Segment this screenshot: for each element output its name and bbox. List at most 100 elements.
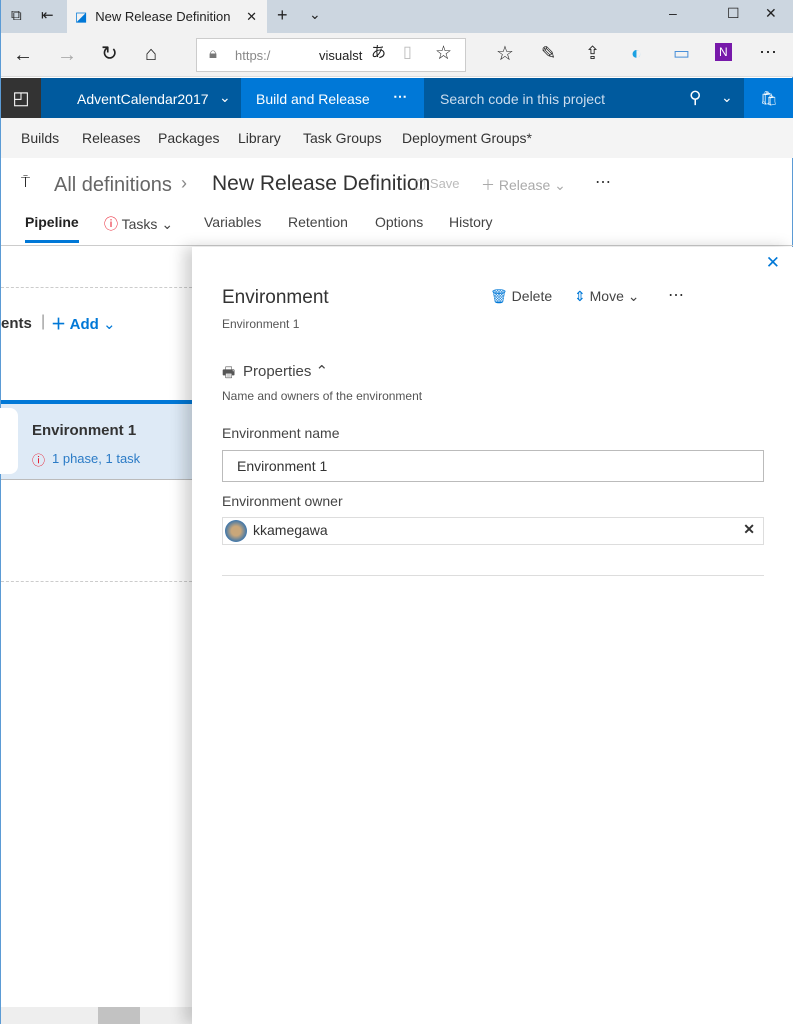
- move-label: Move: [589, 288, 624, 304]
- environment-summary-link[interactable]: 1 phase, 1 task: [52, 451, 140, 466]
- properties-heading: Properties: [243, 363, 312, 380]
- error-icon: ⓘ: [32, 453, 46, 468]
- maximize-icon[interactable]: ☐: [727, 6, 740, 20]
- properties-description: Name and owners of the environment: [222, 389, 423, 403]
- page-title[interactable]: New Release Definition: [212, 172, 430, 196]
- environment-panel: ✕ Environment Environment 1 🗑︎ Delete ⇕ …: [192, 247, 793, 1024]
- close-window-icon[interactable]: ✕: [765, 6, 777, 20]
- breadcrumb-chevron-icon: ›: [181, 173, 187, 193]
- divider: [1, 245, 793, 246]
- tab-variables[interactable]: Variables: [204, 214, 261, 230]
- more-hubs-icon[interactable]: ⋯: [393, 88, 407, 105]
- hub-releases[interactable]: Releases: [82, 130, 140, 146]
- environment-card[interactable]: Environment 1 ⓘ 1 phase, 1 task: [0, 400, 192, 480]
- tab-preview-chevron-icon[interactable]: ⌄: [309, 7, 321, 21]
- tab-tasks-label: Tasks: [121, 216, 158, 232]
- chevron-up-icon: ⌃: [315, 363, 329, 380]
- project-chevron-icon[interactable]: ⌄: [219, 89, 231, 106]
- tab-retention[interactable]: Retention: [288, 214, 348, 230]
- save-label: Save: [429, 176, 460, 191]
- reading-view-icon[interactable]: ▯: [403, 45, 412, 61]
- tab-title: New Release Definition: [95, 9, 231, 24]
- more-icon[interactable]: ⋯: [668, 285, 684, 305]
- mouse-extension-icon[interactable]: ◐: [631, 44, 642, 62]
- forward-icon[interactable]: →: [57, 45, 77, 65]
- translate-icon[interactable]: あ: [371, 45, 386, 60]
- environment-owner-picker[interactable]: kkamegawa ✕: [222, 517, 764, 545]
- more-icon[interactable]: ⋯: [759, 43, 777, 61]
- environment-name-input[interactable]: Environment 1: [222, 450, 764, 482]
- separator: |: [41, 313, 46, 330]
- close-panel-icon[interactable]: ✕: [766, 253, 780, 273]
- move-button[interactable]: ⇕ Move ⌄: [574, 288, 639, 305]
- environments-heading: ents: [1, 315, 32, 332]
- panel-title: Environment: [222, 287, 329, 308]
- notes-icon[interactable]: ✎: [541, 44, 556, 62]
- error-icon: ⓘ: [104, 216, 118, 232]
- marketplace-bag-icon[interactable]: 🛍︎: [744, 78, 793, 118]
- hub-group-label: Build and Release: [256, 91, 370, 107]
- panel-subtitle: Environment 1: [222, 317, 300, 331]
- save-button[interactable]: ▢ Save: [414, 176, 460, 192]
- vsts-logo-icon[interactable]: ◰: [1, 78, 41, 118]
- project-selector[interactable]: AdventCalendar2017: [77, 91, 209, 107]
- refresh-icon[interactable]: ↻: [101, 44, 118, 64]
- add-favorite-star-icon[interactable]: ☆: [435, 44, 452, 63]
- remove-owner-icon[interactable]: ✕: [743, 521, 755, 538]
- title-bar: ⍑ All definitions › New Release Definiti…: [1, 170, 793, 200]
- pre-deployment-conditions-icon[interactable]: [0, 408, 18, 474]
- avatar: [225, 520, 247, 542]
- vsts-favicon-icon: ◪: [75, 8, 88, 24]
- minimize-icon[interactable]: –: [669, 6, 677, 20]
- hub-task-groups[interactable]: Task Groups: [303, 130, 382, 146]
- horizontal-scrollbar[interactable]: [1, 1007, 192, 1024]
- release-label: Release: [498, 177, 551, 193]
- scrollbar-thumb[interactable]: [98, 1007, 140, 1024]
- owner-name: kkamegawa: [253, 522, 328, 538]
- divider: [1, 581, 192, 582]
- close-tab-icon[interactable]: ✕: [246, 9, 257, 25]
- search-options-chevron-icon[interactable]: ⌄: [721, 89, 733, 106]
- hub-builds[interactable]: Builds: [21, 130, 59, 146]
- delete-label: Delete: [511, 288, 553, 304]
- environment-owner-label: Environment owner: [222, 493, 343, 509]
- home-icon[interactable]: ⌂: [145, 44, 157, 64]
- share-icon[interactable]: ⇪: [585, 44, 600, 62]
- web-capture-icon[interactable]: ▭: [673, 44, 690, 62]
- search-input[interactable]: Search code in this project: [440, 91, 605, 107]
- delete-button[interactable]: 🗑︎ Delete: [490, 288, 552, 305]
- tab-options[interactable]: Options: [375, 214, 423, 230]
- properties-section-toggle[interactable]: Properties ⌃: [243, 362, 328, 380]
- release-definition-icon: ⍑: [21, 174, 31, 191]
- search-icon[interactable]: ⚲: [689, 88, 701, 108]
- add-environment-button[interactable]: ＋ Add ⌄: [51, 313, 116, 334]
- tab-history[interactable]: History: [449, 214, 493, 230]
- onenote-icon[interactable]: N: [715, 43, 732, 61]
- trash-icon: 🗑︎: [490, 288, 508, 304]
- hub-deployment-groups[interactable]: Deployment Groups*: [402, 130, 532, 146]
- back-icon[interactable]: ←: [13, 45, 33, 65]
- breadcrumb-all-definitions[interactable]: All definitions: [54, 174, 172, 197]
- tab-list-icon[interactable]: ⧉: [11, 8, 22, 23]
- environment-name: Environment 1: [32, 422, 137, 439]
- hub-library[interactable]: Library: [238, 130, 281, 146]
- pipeline-canvas: ents | ＋ Add ⌄ Environment 1 ⓘ 1 phase, …: [0, 247, 192, 1007]
- hub-group-active[interactable]: Build and Release ⋯: [241, 78, 424, 118]
- tab-tasks[interactable]: ⓘ Tasks ⌄: [104, 214, 173, 234]
- vsts-header: ◰ AdventCalendar2017 ⌄ Build and Release…: [1, 78, 793, 118]
- url-prefix: https:/: [235, 48, 271, 63]
- set-aside-tabs-icon[interactable]: ⇤: [41, 8, 54, 23]
- add-label: Add: [69, 316, 99, 333]
- browser-tab[interactable]: ◪ New Release Definition ✕: [67, 0, 267, 33]
- lock-icon: 🔒︎: [209, 45, 217, 62]
- url-host: visualst: [319, 48, 363, 63]
- address-bar[interactable]: 🔒︎ https:/ visualst あ ▯ ☆: [196, 38, 466, 72]
- more-actions-icon[interactable]: ⋯: [595, 172, 611, 192]
- release-button[interactable]: ＋ Release ⌄: [481, 175, 566, 195]
- favorites-icon[interactable]: ☆: [496, 44, 514, 64]
- tab-pipeline[interactable]: Pipeline: [25, 214, 79, 243]
- hub-packages[interactable]: Packages: [158, 130, 219, 146]
- divider: [222, 575, 764, 576]
- new-tab-icon[interactable]: +: [277, 6, 288, 24]
- browser-tab-bar: ⧉ ⇤ ◪ New Release Definition ✕ + ⌄ – ☐ ✕: [1, 0, 793, 33]
